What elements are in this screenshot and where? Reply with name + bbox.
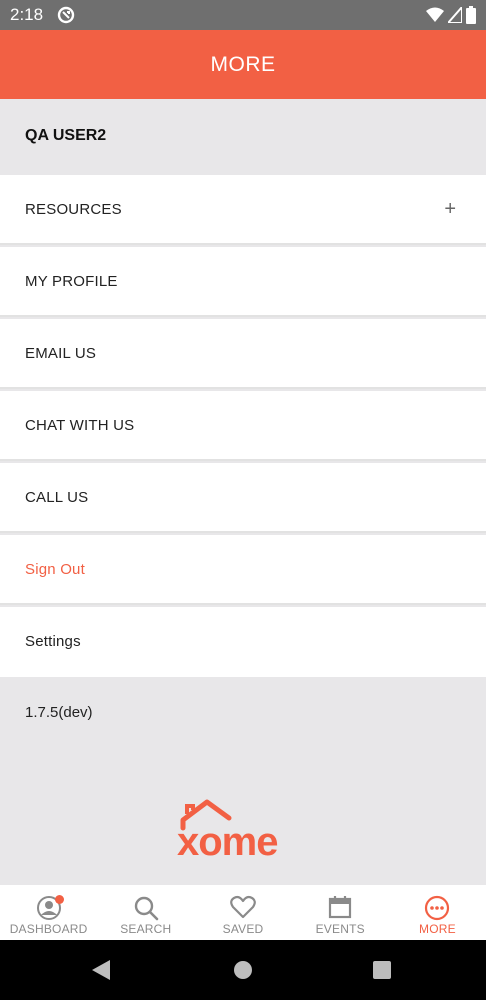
user-header: QA USER2 <box>0 99 486 175</box>
calendar-icon <box>329 896 352 919</box>
home-circle-icon[interactable] <box>234 961 252 979</box>
svg-text:xome: xome <box>177 820 278 862</box>
menu-item-call-us[interactable]: CALL US <box>0 463 486 533</box>
nav-label: EVENTS <box>315 922 365 936</box>
menu-item-my-profile[interactable]: MY PROFILE <box>0 247 486 317</box>
nav-search[interactable]: SEARCH <box>97 885 194 940</box>
nav-label: MORE <box>419 922 456 936</box>
page-title: MORE <box>0 30 486 99</box>
menu-item-email-us[interactable]: EMAIL US <box>0 319 486 389</box>
menu-item-sign-out[interactable]: Sign Out <box>0 535 486 605</box>
menu-item-label: MY PROFILE <box>25 273 118 290</box>
app-version: 1.7.5(dev) <box>25 704 93 721</box>
bottom-navigation: DASHBOARD SEARCH SAVED EVENTS MORE <box>0 885 486 940</box>
nav-events[interactable]: EVENTS <box>292 885 389 940</box>
nav-label: SAVED <box>222 922 264 936</box>
menu-item-label: RESOURCES <box>25 201 122 218</box>
app-notification-icon <box>57 6 75 24</box>
menu-item-resources[interactable]: RESOURCES + <box>0 175 486 245</box>
recent-apps-icon[interactable] <box>373 961 391 979</box>
nav-saved[interactable]: SAVED <box>194 885 291 940</box>
menu-item-chat-with-us[interactable]: CHAT WITH US <box>0 391 486 461</box>
back-triangle-icon[interactable] <box>92 960 110 980</box>
menu-item-label: CHAT WITH US <box>25 417 135 434</box>
menu-item-label: Sign Out <box>25 561 85 578</box>
wifi-icon <box>426 7 444 22</box>
heart-icon <box>230 895 256 919</box>
status-time: 2:18 <box>10 5 44 24</box>
menu-item-label: CALL US <box>25 489 89 506</box>
battery-icon <box>466 6 476 24</box>
nav-label: SEARCH <box>120 922 172 936</box>
cellular-signal-icon <box>448 7 462 23</box>
nav-label: DASHBOARD <box>9 922 88 936</box>
nav-more[interactable]: MORE <box>389 885 486 940</box>
user-name: QA USER2 <box>25 127 107 144</box>
status-indicators <box>426 6 476 24</box>
menu-item-label: Settings <box>25 633 81 650</box>
status-bar: 2:18 <box>0 0 486 30</box>
system-navigation-bar <box>0 940 486 1000</box>
menu-item-settings[interactable]: Settings <box>0 607 486 677</box>
search-icon <box>134 896 159 921</box>
expand-plus-icon[interactable]: + <box>444 199 456 219</box>
notification-badge <box>55 895 64 904</box>
more-dots-icon <box>425 895 450 921</box>
menu-item-label: EMAIL US <box>25 345 97 362</box>
xome-logo: xome <box>177 799 279 862</box>
footer-area: 1.7.5(dev) xome <box>0 677 486 885</box>
nav-dashboard[interactable]: DASHBOARD <box>0 885 97 940</box>
